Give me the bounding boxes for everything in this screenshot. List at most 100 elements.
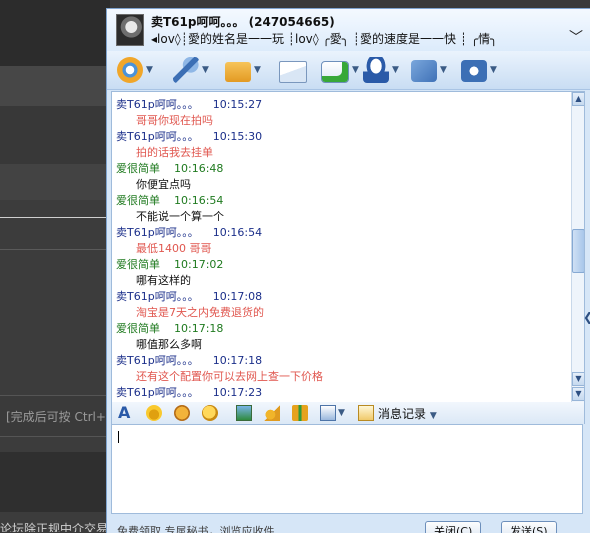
chat-window: 卖T61p呵呵。。。 (247054665) ◂lov◊┊愛的姓名是一一玩 ┊l… [106,8,590,533]
scroll-thumb[interactable] [572,229,584,273]
message-time: 10:15:30 [212,130,263,143]
message-text: 拍的话我去挂单 [136,146,213,159]
message-record-label: 消息记录 [378,407,427,421]
bg-hint-text: [完成后可按 Ctrl+E [6,410,110,424]
video-call-button[interactable]: ▼ [117,56,153,84]
message-header: 爱很简单 10:16:54 [116,192,223,208]
message-header: 卖T61p呵呵。。。 10:15:30 [116,128,262,144]
qq-show-button[interactable]: ▼ [363,56,399,84]
message-time: 10:17:23 [212,386,263,399]
message-sender[interactable]: 爱很简单 [116,162,160,175]
send-email-button[interactable] [279,56,307,84]
panel-toggle-icon[interactable]: ❮ [583,310,590,324]
settings-button[interactable]: ▼ [461,56,497,84]
format-toolbar: A ▼ 消息记录 ▼ [111,402,585,424]
text-caret [118,431,119,443]
message-sender[interactable]: 卖T61p呵呵。。。 [116,98,199,111]
settings-icon [461,60,487,82]
music-icon[interactable] [264,405,280,421]
send-file-icon [225,62,251,82]
message-history[interactable]: ▲ ▼ ▼ 卖T61p呵呵。。。 10:15:27 哥哥你现在拍吗 卖T61p呵呵。。… [111,91,585,403]
contact-signature: ◂lov◊┊愛的姓名是一一玩 ┊lov◊ ╭愛╮ ┊愛的速度是一一快 ┊ ╭情╮ [151,32,498,46]
message-header: 卖T61p呵呵。。。 10:15:27 [116,96,262,112]
message-sender[interactable]: 爱很简单 [116,322,160,335]
message-header: 卖T61p呵呵。。。 10:16:54 [116,224,262,240]
message-time: 10:17:18 [174,322,224,335]
message-text: 哪有这样的 [136,274,191,287]
message-header: 爱很简单 10:17:18 [116,320,223,336]
message-sender[interactable]: 卖T61p呵呵。。。 [116,386,199,399]
message-record-button[interactable]: 消息记录 ▼ [378,405,437,422]
send-button[interactable]: 发送(S) [501,521,557,533]
chevron-down-icon[interactable]: ▼ [352,65,359,75]
message-time: 10:17:02 [174,258,224,271]
bg-band [0,66,110,106]
screenshot-icon[interactable] [320,405,336,421]
message-text: 你便宜点吗 [136,178,191,191]
chevron-down-icon[interactable]: ▼ [146,65,153,75]
message-text: 还有这个配置你可以去网上查一下价格 [136,370,323,383]
message-sender[interactable]: 爱很简单 [116,258,160,271]
message-sender[interactable]: 卖T61p呵呵。。。 [116,130,199,143]
message-time: 10:17:08 [212,290,263,303]
chevron-down-icon[interactable]: ▼ [430,411,437,421]
chat-toolbar: ▼ ▼ ▼ ▼ ▼ ▼ ▼ [107,51,590,90]
emoji-icon[interactable] [146,405,162,421]
game-icon [411,60,437,82]
chevron-down-icon[interactable]: ▼ [254,65,261,75]
voice-call-button[interactable]: ▼ [173,56,209,84]
message-sender[interactable]: 爱很简单 [116,194,160,207]
magic-emoji-icon[interactable] [174,405,190,421]
chevron-down-icon[interactable]: ﹀ [569,27,583,47]
message-sender[interactable]: 卖T61p呵呵。。。 [116,290,199,303]
font-icon[interactable]: A [118,405,134,421]
bg-band [0,452,110,512]
qq-show-icon [363,57,389,83]
chevron-down-icon[interactable]: ▼ [440,65,447,75]
shake-icon[interactable] [202,405,218,421]
message-time: 10:16:48 [174,162,224,175]
bg-band [0,164,110,200]
add-app-button[interactable]: ▼ [321,56,359,84]
gift-icon[interactable] [292,405,308,421]
message-record-icon[interactable] [358,405,374,421]
background-app: [完成后可按 Ctrl+E 论坛除正规中介交易 [0,0,110,532]
message-header: 卖T61p呵呵。。。 10:17:18 [116,352,262,368]
bg-band [0,0,110,66]
message-header: 卖T61p呵呵。。。 10:17:23 [116,384,262,400]
bg-band [0,106,110,164]
message-header: 爱很简单 10:16:48 [116,160,223,176]
message-text: 哪值那么多啊 [136,338,202,351]
message-text: 哥哥你现在拍吗 [136,114,213,127]
bg-bottom-text: 论坛除正规中介交易 [0,522,109,532]
bg-divider [0,249,110,250]
avatar[interactable] [116,14,144,46]
picture-icon[interactable] [236,405,252,421]
message-sender[interactable]: 卖T61p呵呵。。。 [116,226,199,239]
message-time: 10:16:54 [174,194,224,207]
history-scrollbar[interactable]: ▲ ▼ ▼ [571,92,584,402]
video-call-icon [117,57,143,83]
message-time: 10:17:18 [212,354,263,367]
scroll-down-button[interactable]: ▼ [572,372,584,386]
close-button[interactable]: 关闭(C) [425,521,482,533]
chevron-down-icon[interactable]: ▼ [490,65,497,75]
chevron-down-icon[interactable]: ▼ [338,405,354,421]
contact-name: 卖T61p呵呵。。。 (247054665) [151,15,335,29]
voice-call-icon [173,57,199,83]
send-file-button[interactable]: ▼ [225,56,261,84]
game-button[interactable]: ▼ [411,56,447,84]
message-time: 10:15:27 [212,98,263,111]
bottom-bar: 免费领取 专属秘书，浏览应收件... 关闭(C) 发送(S) [107,515,590,533]
message-time: 10:16:54 [212,226,263,239]
message-text: 不能说一个算一个 [136,210,224,223]
bg-divider [0,217,110,218]
message-sender[interactable]: 卖T61p呵呵。。。 [116,354,199,367]
scroll-end-button[interactable]: ▼ [572,387,584,401]
chevron-down-icon[interactable]: ▼ [392,65,399,75]
chevron-down-icon[interactable]: ▼ [202,65,209,75]
scroll-up-button[interactable]: ▲ [572,92,584,106]
message-text: 最低1400 哥哥 [136,242,212,255]
message-text: 淘宝是7天之内免费退货的 [136,306,264,319]
message-input[interactable] [111,424,583,514]
